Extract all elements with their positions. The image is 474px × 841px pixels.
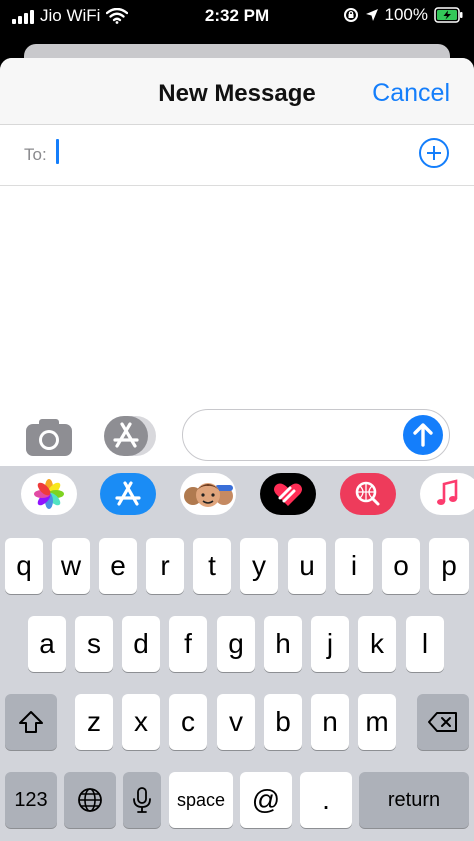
space-key[interactable]: space	[169, 772, 233, 828]
music-app-icon[interactable]	[420, 473, 474, 515]
key-l[interactable]: l	[406, 616, 444, 672]
key-x[interactable]: x	[122, 694, 160, 750]
key-a[interactable]: a	[28, 616, 66, 672]
battery-charging-icon	[434, 7, 463, 23]
key-w[interactable]: w	[52, 538, 90, 594]
arrow-up-icon	[413, 423, 433, 447]
microphone-icon	[133, 787, 151, 813]
key-g[interactable]: g	[217, 616, 255, 672]
memoji-app-icon[interactable]	[180, 473, 236, 515]
status-bar: Jio WiFi 2:32 PM 100%	[0, 0, 474, 34]
message-input-bar	[0, 408, 474, 466]
key-y[interactable]: y	[240, 538, 278, 594]
text-cursor	[56, 139, 59, 164]
add-contact-button[interactable]	[419, 138, 449, 168]
key-u[interactable]: u	[288, 538, 326, 594]
key-v[interactable]: v	[217, 694, 255, 750]
shift-key[interactable]	[5, 694, 57, 750]
key-z[interactable]: z	[75, 694, 113, 750]
globe-icon	[78, 788, 102, 812]
photos-app-icon[interactable]	[21, 473, 77, 515]
period-key[interactable]: .	[300, 772, 352, 828]
send-button[interactable]	[403, 415, 443, 455]
shift-icon	[19, 711, 43, 733]
globe-key[interactable]	[64, 772, 116, 828]
key-t[interactable]: t	[193, 538, 231, 594]
key-d[interactable]: d	[122, 616, 160, 672]
key-q[interactable]: q	[5, 538, 43, 594]
digital-touch-icon[interactable]	[260, 473, 316, 515]
key-p[interactable]: p	[429, 538, 469, 594]
dictation-key[interactable]	[123, 772, 161, 828]
key-j[interactable]: j	[311, 616, 349, 672]
orientation-lock-icon	[343, 8, 358, 22]
web-search-icon[interactable]	[340, 473, 396, 515]
message-input[interactable]	[182, 409, 450, 461]
key-n[interactable]: n	[311, 694, 349, 750]
key-f[interactable]: f	[169, 616, 207, 672]
sheet-header: New Message Cancel	[0, 58, 474, 125]
key-m[interactable]: m	[358, 694, 396, 750]
backspace-icon	[428, 712, 457, 732]
key-e[interactable]: e	[99, 538, 137, 594]
key-k[interactable]: k	[358, 616, 396, 672]
app-drawer	[0, 466, 474, 524]
recipient-field[interactable]: To:	[0, 125, 474, 186]
key-i[interactable]: i	[335, 538, 373, 594]
app-store-icon[interactable]	[104, 416, 156, 456]
cancel-button[interactable]: Cancel	[372, 79, 450, 108]
keyboard: q w e r t y u i o p a s d f g h j k l z …	[0, 524, 474, 841]
numbers-key[interactable]: 123	[5, 772, 57, 828]
camera-icon[interactable]	[24, 416, 74, 458]
return-key[interactable]: return	[359, 772, 469, 828]
key-c[interactable]: c	[169, 694, 207, 750]
key-r[interactable]: r	[146, 538, 184, 594]
app-store-app-icon[interactable]	[100, 473, 156, 515]
key-h[interactable]: h	[264, 616, 302, 672]
key-s[interactable]: s	[75, 616, 113, 672]
battery-percent: 100%	[384, 5, 428, 24]
delete-key[interactable]	[417, 694, 469, 750]
location-icon	[365, 9, 378, 21]
status-right: 100%	[343, 5, 464, 25]
key-b[interactable]: b	[264, 694, 302, 750]
key-o[interactable]: o	[382, 538, 420, 594]
at-key[interactable]: @	[240, 772, 292, 828]
new-message-sheet: New Message Cancel To: q w e r t y u i o…	[0, 58, 474, 841]
to-label: To:	[24, 145, 47, 164]
